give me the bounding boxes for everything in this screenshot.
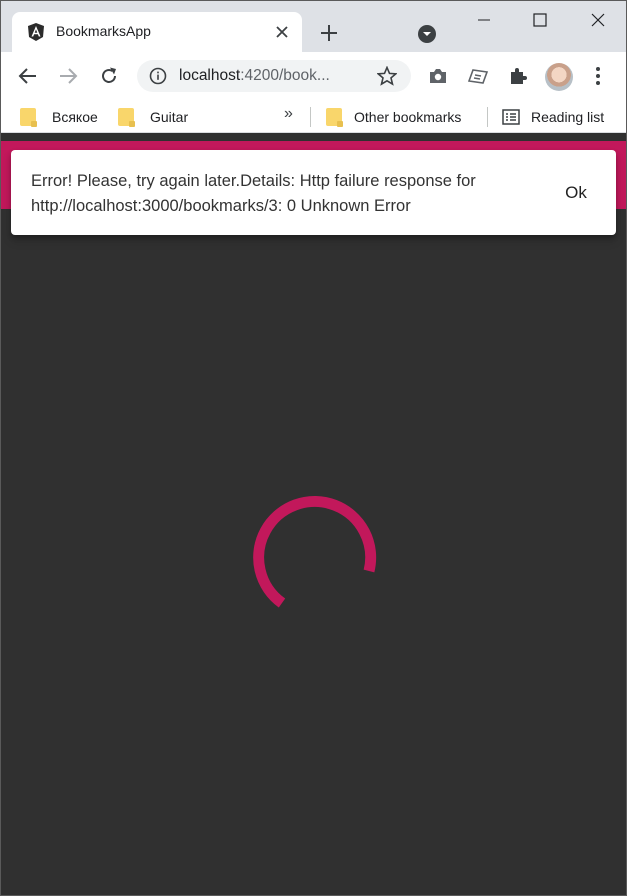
maximize-icon[interactable] bbox=[512, 0, 568, 40]
forward-icon[interactable] bbox=[54, 62, 82, 90]
folder-icon bbox=[326, 108, 343, 127]
bookmark-label: Guitar bbox=[150, 109, 189, 125]
minimize-icon[interactable] bbox=[456, 0, 512, 40]
url-text[interactable]: localhost:4200/book... bbox=[179, 67, 355, 85]
menu-icon[interactable] bbox=[584, 62, 612, 90]
bookmark-label: Всякое bbox=[52, 109, 98, 125]
ok-button[interactable]: Ok bbox=[554, 178, 598, 208]
reading-list[interactable]: Reading list bbox=[502, 105, 604, 129]
browser-tab[interactable]: BookmarksApp bbox=[12, 12, 302, 52]
camera-icon[interactable] bbox=[424, 62, 452, 90]
back-icon[interactable] bbox=[14, 62, 42, 90]
bookmarks-divider bbox=[487, 107, 488, 127]
address-bar[interactable]: localhost:4200/book... bbox=[137, 60, 411, 92]
info-icon[interactable] bbox=[149, 67, 167, 85]
avatar[interactable] bbox=[545, 63, 573, 91]
reload-icon[interactable] bbox=[95, 62, 123, 90]
other-bookmarks-label: Other bookmarks bbox=[354, 109, 462, 125]
tab-search-icon[interactable] bbox=[416, 23, 438, 45]
tab-strip: BookmarksApp bbox=[0, 0, 627, 52]
browser-toolbar: localhost:4200/book... bbox=[0, 52, 627, 100]
bookmark-folder-guitar[interactable]: Guitar bbox=[118, 105, 188, 129]
reading-list-icon bbox=[502, 109, 520, 125]
folder-icon bbox=[20, 108, 37, 127]
bookmarks-overflow-button[interactable]: » bbox=[284, 105, 293, 123]
angular-icon bbox=[28, 23, 44, 41]
snackbar-message: Error! Please, try again later.Details: … bbox=[31, 172, 476, 215]
other-bookmarks[interactable]: Other bookmarks bbox=[326, 105, 461, 129]
tab-title: BookmarksApp bbox=[56, 23, 151, 39]
extension-icon[interactable] bbox=[464, 62, 492, 90]
bookmarks-divider bbox=[310, 107, 311, 127]
plus-icon[interactable] bbox=[316, 20, 342, 46]
close-icon[interactable] bbox=[272, 22, 292, 42]
folder-icon bbox=[118, 108, 135, 127]
bookmark-folder-vsyakoe[interactable]: Всякое bbox=[20, 105, 98, 129]
error-snackbar: Error! Please, try again later.Details: … bbox=[11, 150, 616, 235]
loading-spinner bbox=[253, 496, 377, 608]
window-border bbox=[0, 0, 627, 896]
star-icon[interactable] bbox=[377, 66, 397, 86]
bookmarks-bar: Всякое Guitar Other bookmarks Reading li… bbox=[0, 100, 627, 133]
puzzle-icon[interactable] bbox=[504, 62, 532, 90]
reading-list-label: Reading list bbox=[531, 109, 605, 125]
window-close-icon[interactable] bbox=[570, 0, 626, 40]
